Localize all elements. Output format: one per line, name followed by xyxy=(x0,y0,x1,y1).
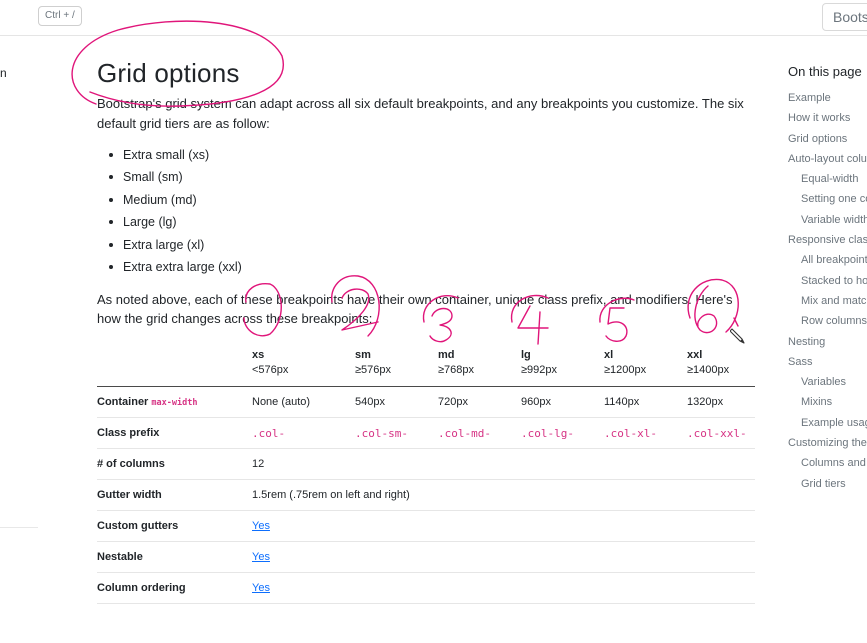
list-item: Extra large (xl) xyxy=(109,234,242,256)
table-row: Custom gutters Yes xyxy=(97,511,755,542)
row-label: Class prefix xyxy=(97,427,160,439)
table-cell: 960px xyxy=(521,396,551,408)
toc-item[interactable]: Mixins xyxy=(788,392,867,412)
class-prefix-code: .col-sm- xyxy=(355,427,408,440)
page-title: Grid options xyxy=(97,58,240,88)
table-cell: 540px xyxy=(355,396,385,408)
toc-item[interactable]: Variable width content xyxy=(788,210,867,230)
toc-item[interactable]: Setting one column width xyxy=(788,189,867,209)
toc-item[interactable]: Example usage xyxy=(788,413,867,433)
list-item: Large (lg) xyxy=(109,211,242,233)
toc-item[interactable]: Example xyxy=(788,88,867,108)
toc-item[interactable]: Equal-width xyxy=(788,169,867,189)
toc-item[interactable]: Columns and gutters xyxy=(788,453,867,473)
class-prefix-code: .col-xxl- xyxy=(687,427,747,440)
left-sidebar-divider xyxy=(0,527,38,528)
tier-name: xl xyxy=(604,349,614,361)
tier-name: md xyxy=(438,349,455,361)
column-ordering-link[interactable]: Yes xyxy=(252,582,270,594)
table-row: Class prefix .col- .col-sm- .col-md- .co… xyxy=(97,418,755,449)
row-label: Nestable xyxy=(97,551,143,563)
custom-gutters-link[interactable]: Yes xyxy=(252,520,270,532)
toc-item[interactable]: How it works xyxy=(788,108,867,128)
tier-name: sm xyxy=(355,349,371,361)
header-xs: xs <576px xyxy=(252,349,288,376)
intro-paragraph: Bootstrap's grid system can adapt across… xyxy=(97,96,744,131)
toc-item[interactable]: Variables xyxy=(788,372,867,392)
toc-item[interactable]: Row columns xyxy=(788,311,867,331)
toc-item[interactable]: Grid tiers xyxy=(788,474,867,494)
pencil-cursor-icon xyxy=(730,328,745,344)
toc-item[interactable]: Auto-layout columns xyxy=(788,149,867,169)
header-xxl: xxl ≥1400px xyxy=(687,349,729,376)
toc-item[interactable]: Mix and match xyxy=(788,291,867,311)
table-row: # of columns 12 xyxy=(97,449,755,480)
toc-item[interactable]: Nesting xyxy=(788,332,867,352)
list-item: Medium (md) xyxy=(109,189,242,211)
tier-breakpoint: ≥992px xyxy=(521,364,558,376)
grid-options-table: xs <576px sm ≥576px md ≥768px lg ≥992px … xyxy=(97,344,755,604)
toc-item[interactable]: Grid options xyxy=(788,129,867,149)
row-label: Gutter width xyxy=(97,489,162,501)
breakpoints-note: As noted above, each of these breakpoint… xyxy=(97,292,733,326)
brand-button[interactable]: Bootstrap xyxy=(822,3,867,31)
class-prefix-code: .col- xyxy=(252,427,286,440)
table-cell: 1.5rem (.75rem on left and right) xyxy=(252,489,410,501)
toc-item[interactable]: Stacked to horizontal xyxy=(788,271,867,291)
tier-breakpoint: <576px xyxy=(252,364,289,376)
toc-item[interactable]: All breakpoints xyxy=(788,250,867,270)
table-cell: 1320px xyxy=(687,396,724,408)
header-sm: sm ≥576px xyxy=(355,349,391,376)
header-lg: lg ≥992px xyxy=(521,349,557,376)
list-item: Small (sm) xyxy=(109,166,242,188)
container-label: Container xyxy=(97,396,149,408)
row-label: Column ordering xyxy=(97,582,186,594)
list-item: Extra extra large (xxl) xyxy=(109,256,242,278)
max-width-code: max-width xyxy=(151,398,198,408)
toc-title: On this page xyxy=(788,64,862,79)
table-cell: 720px xyxy=(438,396,468,408)
class-prefix-code: .col-lg- xyxy=(521,427,574,440)
table-row: Container max-width None (auto) 540px 72… xyxy=(97,387,755,418)
table-cell: None (auto) xyxy=(252,396,311,408)
table-header-row: xs <576px sm ≥576px md ≥768px lg ≥992px … xyxy=(97,344,755,387)
class-prefix-code: .col-md- xyxy=(438,427,491,440)
tier-breakpoint: ≥576px xyxy=(355,364,392,376)
top-navbar: Ctrl + / Bootstrap xyxy=(0,0,867,36)
table-cell: 1140px xyxy=(604,396,640,408)
tier-breakpoint: ≥1400px xyxy=(687,364,730,376)
list-item: Extra small (xs) xyxy=(109,144,242,166)
tier-name: xs xyxy=(252,349,265,361)
toc-list: Example How it works Grid options Auto-layo… xyxy=(788,88,867,494)
search-shortcut-hint[interactable]: Ctrl + / xyxy=(38,6,82,26)
toc-item[interactable]: Customizing the grid xyxy=(788,433,867,453)
nestable-link[interactable]: Yes xyxy=(252,551,270,563)
grid-tier-list: Extra small (xs) Small (sm) Medium (md) … xyxy=(109,144,242,278)
table-row: Nestable Yes xyxy=(97,542,755,573)
row-label: Custom gutters xyxy=(97,520,179,532)
row-label: # of columns xyxy=(97,458,165,470)
tier-name: xxl xyxy=(687,349,703,361)
toc-item[interactable]: Sass xyxy=(788,352,867,372)
table-row: Gutter width 1.5rem (.75rem on left and … xyxy=(97,480,755,511)
tier-breakpoint: ≥768px xyxy=(438,364,475,376)
tier-name: lg xyxy=(521,349,531,361)
header-md: md ≥768px xyxy=(438,349,474,376)
class-prefix-code: .col-xl- xyxy=(604,427,657,440)
table-row: Column ordering Yes xyxy=(97,573,755,604)
table-cell: 12 xyxy=(252,458,265,470)
left-sidebar-fragment[interactable]: n xyxy=(0,66,7,80)
row-label: Container max-width xyxy=(97,396,197,408)
header-xl: xl ≥1200px xyxy=(604,349,646,376)
tier-breakpoint: ≥1200px xyxy=(604,364,647,376)
toc-item[interactable]: Responsive classes xyxy=(788,230,867,250)
on-this-page-toc: On this page Example How it works Grid opt… xyxy=(788,64,867,494)
